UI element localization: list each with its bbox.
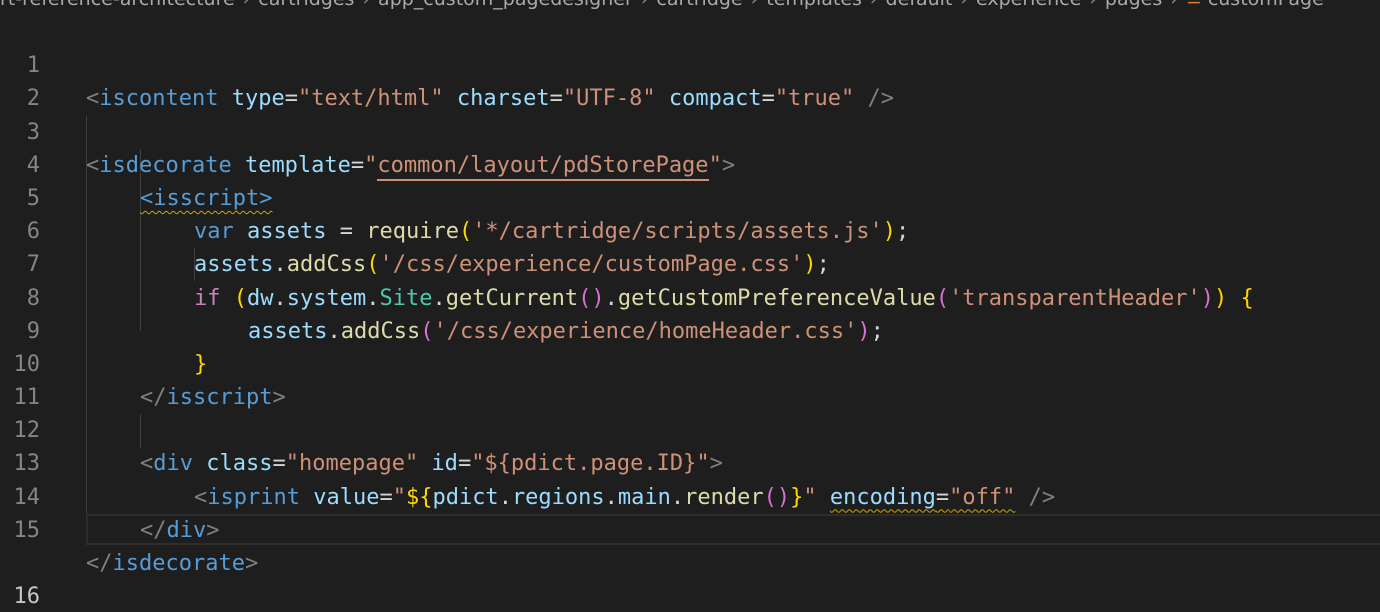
- code-line[interactable]: 5 var assets = require('*/cartridge/scri…: [0, 149, 1380, 244]
- code-line[interactable]: 14 </div>: [0, 447, 1380, 543]
- code-line[interactable]: 12 <div class="homepage" id="${pdict.pag…: [0, 381, 1380, 476]
- breadcrumb-item[interactable]: cartridges: [258, 0, 354, 10]
- line-text[interactable]: </isdecorate>: [86, 547, 258, 580]
- breadcrumb-item[interactable]: experience: [976, 0, 1081, 10]
- code-line[interactable]: 15 </isdecorate>: [0, 481, 1380, 576]
- chevron-right-icon: ›: [960, 0, 968, 10]
- code-line[interactable]: 3 <isdecorate template="common/layout/pd…: [0, 82, 1380, 181]
- code-line[interactable]: 6 assets.addCss('/css/experience/customP…: [0, 182, 1380, 277]
- code-editor[interactable]: rt-reference-architecture › cartridges › app…: [0, 0, 1380, 612]
- code-line[interactable]: 8 assets.addCss('/css/experience/homeHea…: [0, 248, 1380, 344]
- chevron-right-icon: ›: [362, 0, 370, 10]
- code-line[interactable]: 1 <iscontent type="text/html" charset="U…: [0, 16, 1380, 111]
- code-line-current[interactable]: 16: [0, 513, 1380, 609]
- chevron-right-icon: ›: [243, 0, 251, 10]
- code-line[interactable]: 13 <isprint value="${pdict.regions.main.…: [0, 414, 1380, 509]
- code-line[interactable]: 10 </isscript>: [0, 315, 1380, 410]
- chevron-right-icon: ›: [641, 0, 649, 10]
- breadcrumb-item[interactable]: default: [886, 0, 953, 10]
- breadcrumb-item[interactable]: app_custom_pagedesigner: [378, 0, 633, 10]
- line-number: 16: [13, 584, 41, 610]
- code-line[interactable]: 2: [0, 49, 1380, 111]
- chevron-right-icon: ›: [751, 0, 759, 10]
- current-line-highlight: [86, 513, 1380, 545]
- code-line[interactable]: 7 if (dw.system.Site.getCurrent().getCus…: [0, 215, 1380, 310]
- code-area[interactable]: 1 <iscontent type="text/html" charset="U…: [0, 16, 1380, 609]
- code-line[interactable]: 11: [0, 348, 1380, 410]
- breadcrumb: rt-reference-architecture › cartridges › app…: [0, 0, 1380, 10]
- breadcrumb-item[interactable]: cartridge: [656, 0, 742, 10]
- breadcrumb-item[interactable]: pages: [1105, 0, 1162, 10]
- code-line[interactable]: 4 <isscript>: [0, 116, 1380, 211]
- breadcrumb-item[interactable]: rt-reference-architecture: [0, 0, 235, 10]
- code-line[interactable]: 9 }: [0, 282, 1380, 377]
- chevron-right-icon: ›: [1170, 0, 1178, 10]
- breadcrumb-item-current-file[interactable]: customPage: [1208, 0, 1324, 10]
- breadcrumb-item[interactable]: templates: [766, 0, 862, 10]
- file-type-icon: ≡: [1186, 0, 1202, 10]
- chevron-right-icon: ›: [870, 0, 878, 10]
- chevron-right-icon: ›: [1089, 0, 1097, 10]
